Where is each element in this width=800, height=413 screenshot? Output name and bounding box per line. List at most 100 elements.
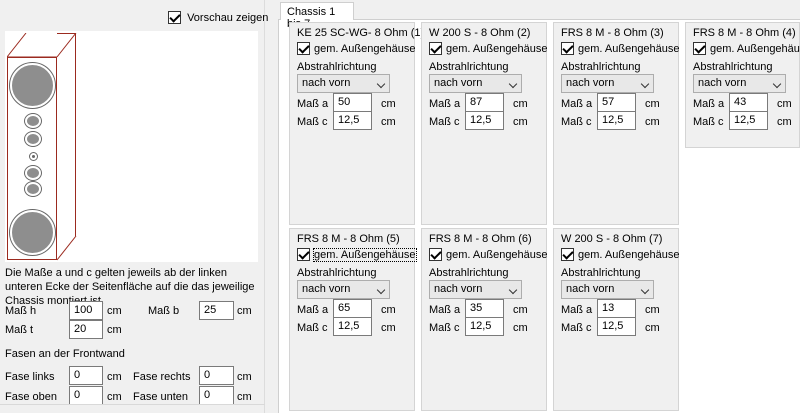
gem-aussengehaeuse-checkbox[interactable] [561, 248, 574, 261]
gem-aussengehaeuse-checkbox[interactable] [429, 42, 442, 55]
gem-aussengehaeuse-toggle[interactable]: gem. Außengehäuse [429, 248, 548, 261]
mass-h-input[interactable]: 100 [69, 301, 103, 320]
mass-a-unit: cm [381, 98, 396, 110]
mass-a-unit: cm [777, 98, 792, 110]
woofer-bottom-driver [10, 210, 55, 255]
mass-c-label: Maß c [561, 322, 592, 334]
gem-aussengehaeuse-checkbox[interactable] [429, 248, 442, 261]
mass-c-input[interactable]: 12,5 [333, 111, 372, 130]
tab-strip [278, 19, 800, 20]
gem-aussengehaeuse-checkbox[interactable] [561, 42, 574, 55]
tab-chassis-1-7[interactable]: Chassis 1 bis 7 [280, 2, 354, 30]
gem-aussengehaeuse-label: gem. Außengehäuse [314, 42, 416, 55]
mass-c-input[interactable]: 12,5 [465, 317, 504, 336]
mass-c-input[interactable]: 12,5 [333, 317, 372, 336]
mass-a-input[interactable]: 35 [465, 299, 504, 318]
fase-links-unit: cm [107, 371, 122, 383]
fase-rechts-label: Fase rechts [133, 371, 191, 383]
abstrahlrichtung-select[interactable]: nach vorn [561, 74, 654, 93]
mass-a-unit: cm [513, 98, 528, 110]
chassis-title: FRS 8 M - 8 Ohm (6) [429, 233, 532, 245]
gem-aussengehaeuse-toggle[interactable]: gem. Außengehäuse [693, 42, 800, 55]
abstrahlrichtung-select[interactable]: nach vorn [693, 74, 786, 93]
chassis-panel-5: FRS 8 M - 8 Ohm (5) gem. Außengehäuse Ab… [289, 228, 417, 411]
mass-c-unit: cm [645, 116, 660, 128]
mass-h-unit: cm [107, 305, 122, 317]
gem-aussengehaeuse-label: gem. Außengehäuse [578, 42, 680, 55]
fase-unten-input[interactable]: 0 [199, 386, 234, 405]
preview-toggle[interactable]: Vorschau zeigen [168, 11, 268, 24]
gem-aussengehaeuse-toggle[interactable]: gem. Außengehäuse [561, 248, 680, 261]
fase-links-input[interactable]: 0 [69, 366, 103, 385]
mass-a-label: Maß a [561, 304, 593, 316]
abstrahlrichtung-label: Abstrahlrichtung [297, 267, 377, 279]
gem-aussengehaeuse-toggle[interactable]: gem. Außengehäuse [297, 42, 416, 55]
mass-c-input[interactable]: 12,5 [597, 317, 636, 336]
fullrange-driver-3 [25, 166, 41, 180]
fase-oben-unit: cm [107, 391, 122, 403]
abstrahlrichtung-select[interactable]: nach vorn [297, 280, 390, 299]
preview-label: Vorschau zeigen [187, 11, 269, 24]
abstrahlrichtung-label: Abstrahlrichtung [693, 61, 773, 73]
chassis-title: FRS 8 M - 8 Ohm (4) [693, 27, 796, 39]
gem-aussengehaeuse-checkbox[interactable] [297, 248, 310, 261]
gem-aussengehaeuse-checkbox[interactable] [693, 42, 706, 55]
abstrahlrichtung-label: Abstrahlrichtung [429, 267, 509, 279]
fase-links-label: Fase links [5, 371, 55, 383]
gem-aussengehaeuse-label: gem. Außengehäuse [446, 248, 548, 261]
chassis-title: FRS 8 M - 8 Ohm (3) [561, 27, 664, 39]
gem-aussengehaeuse-label: gem. Außengehäuse [710, 42, 800, 55]
mass-a-input[interactable]: 57 [597, 93, 636, 112]
gem-aussengehaeuse-label: gem. Außengehäuse [313, 247, 417, 262]
mass-a-input[interactable]: 65 [333, 299, 372, 318]
abstrahlrichtung-select[interactable]: nach vorn [561, 280, 654, 299]
mass-t-input[interactable]: 20 [69, 320, 103, 339]
fase-rechts-input[interactable]: 0 [199, 366, 234, 385]
gem-aussengehaeuse-label: gem. Außengehäuse [578, 248, 680, 261]
gem-aussengehaeuse-toggle[interactable]: gem. Außengehäuse [429, 42, 548, 55]
chassis-panel-4: FRS 8 M - 8 Ohm (4) gem. Außengehäuse Ab… [685, 22, 800, 148]
mass-c-label: Maß c [429, 322, 460, 334]
mass-b-label: Maß b [148, 305, 180, 317]
mass-a-input[interactable]: 13 [597, 299, 636, 318]
abstrahlrichtung-select[interactable]: nach vorn [429, 74, 522, 93]
abstrahlrichtung-select[interactable]: nach vorn [429, 280, 522, 299]
fullrange-driver-4 [25, 182, 41, 196]
mass-b-input[interactable]: 25 [199, 301, 234, 320]
mass-a-unit: cm [381, 304, 396, 316]
mass-a-label: Maß a [297, 98, 329, 110]
fullrange-driver-2 [25, 132, 41, 146]
mass-c-input[interactable]: 12,5 [729, 111, 768, 130]
mass-c-label: Maß c [297, 322, 328, 334]
mass-c-input[interactable]: 12,5 [465, 111, 504, 130]
mass-a-input[interactable]: 43 [729, 93, 768, 112]
mass-c-unit: cm [777, 116, 792, 128]
preview-checkbox[interactable] [168, 11, 181, 24]
mass-a-label: Maß a [429, 304, 461, 316]
gem-aussengehaeuse-toggle[interactable]: gem. Außengehäuse [561, 42, 680, 55]
mass-t-label: Maß t [5, 324, 34, 336]
abstrahlrichtung-select[interactable]: nach vorn [297, 74, 390, 93]
mass-c-label: Maß c [693, 116, 724, 128]
gem-aussengehaeuse-toggle[interactable]: gem. Außengehäuse [297, 247, 417, 262]
mass-a-input[interactable]: 50 [333, 93, 372, 112]
abstrahlrichtung-label: Abstrahlrichtung [561, 267, 641, 279]
fase-oben-input[interactable]: 0 [69, 386, 103, 405]
fase-unten-label: Fase unten [133, 391, 189, 403]
mass-a-label: Maß a [297, 304, 329, 316]
chassis-panel-2: W 200 S - 8 Ohm (2) gem. Außengehäuse Ab… [421, 22, 548, 225]
mass-c-label: Maß c [429, 116, 460, 128]
gem-aussengehaeuse-checkbox[interactable] [297, 42, 310, 55]
mass-a-label: Maß a [429, 98, 461, 110]
mass-a-input[interactable]: 87 [465, 93, 504, 112]
abstrahlrichtung-label: Abstrahlrichtung [429, 61, 509, 73]
left-divider [0, 404, 265, 405]
gem-aussengehaeuse-label: gem. Außengehäuse [446, 42, 548, 55]
mass-c-input[interactable]: 12,5 [597, 111, 636, 130]
chassis-panel-1: KE 25 SC-WG- 8 Ohm (1) gem. Außengehäuse… [289, 22, 424, 225]
mass-c-unit: cm [513, 322, 528, 334]
chassis-panel-6: FRS 8 M - 8 Ohm (6) gem. Außengehäuse Ab… [421, 228, 548, 411]
cabinet-side-outline [57, 33, 76, 236]
mass-c-unit: cm [381, 322, 396, 334]
abstrahlrichtung-label: Abstrahlrichtung [297, 61, 377, 73]
